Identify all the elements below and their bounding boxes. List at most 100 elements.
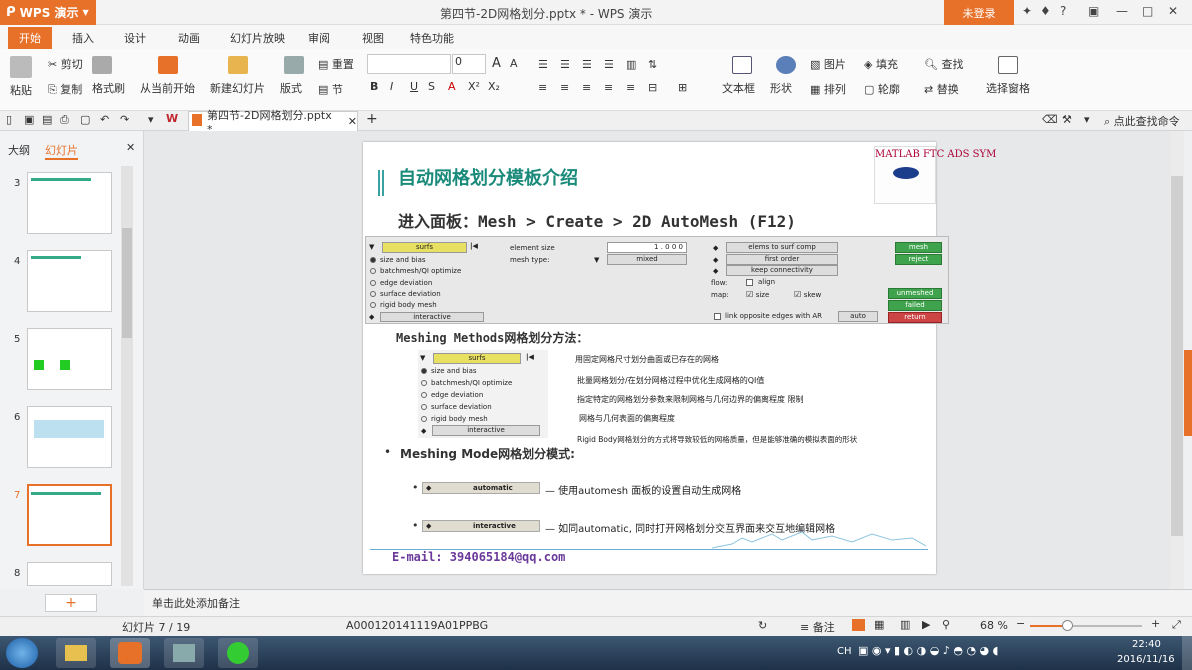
show-desktop-button[interactable] (1182, 636, 1192, 670)
smartart-icon[interactable]: ⊞ (678, 81, 687, 94)
panel-scrollbar-thumb[interactable] (122, 228, 132, 338)
interactive-toggle[interactable]: interactive (380, 312, 484, 322)
canvas-scrollbar-thumb[interactable] (1171, 176, 1183, 536)
broom-icon[interactable]: ⌫ (1042, 113, 1058, 126)
wps-menu-button[interactable]: ᑭ WPS 演示 ▼ (0, 0, 96, 25)
section-button[interactable]: ▤ 节 (318, 81, 343, 97)
slide-thumbnail-8[interactable] (27, 562, 112, 586)
mesh-type-select[interactable]: mixed (607, 254, 687, 265)
new-tab-icon[interactable]: + (366, 111, 378, 127)
distribute-icon[interactable]: ≡ (626, 81, 635, 94)
help-icon[interactable]: ? (1060, 4, 1066, 18)
tab-design[interactable]: 设计 (124, 30, 146, 46)
copy-button[interactable]: ⎘ 复制 (48, 81, 82, 97)
option-rigid-body-mesh[interactable]: rigid body mesh (370, 301, 437, 309)
login-button[interactable]: 未登录 (944, 0, 1014, 25)
unmeshed-button[interactable]: unmeshed (888, 288, 942, 299)
wps-taskbar-button[interactable] (110, 638, 150, 668)
option-batchmesh[interactable]: batchmesh/QI optimize (370, 267, 461, 275)
align-center-icon[interactable]: ≡ (560, 81, 569, 94)
numbering-icon[interactable]: ☰ (560, 58, 570, 71)
notes-pane[interactable] (144, 589, 1192, 616)
close-panel-icon[interactable]: ✕ (126, 141, 135, 154)
slide-thumbnail-3[interactable] (27, 172, 112, 234)
tab-view[interactable]: 视图 (362, 30, 384, 46)
select-pane-button[interactable]: 选择窗格 (986, 56, 1030, 96)
shadow-icon[interactable]: S (428, 80, 435, 93)
toggle-icon[interactable]: ◆ (713, 256, 718, 264)
font-name-combo[interactable] (367, 54, 451, 74)
vertical-align-icon[interactable]: ⊟ (648, 81, 657, 94)
option-size-and-bias[interactable]: size and bias (370, 256, 426, 264)
bullets-icon[interactable]: ☰ (538, 58, 548, 71)
minimize-icon[interactable]: — (1116, 4, 1128, 18)
format-painter-button[interactable]: 格式刷 (92, 56, 125, 96)
notes-placeholder[interactable]: 单击此处添加备注 (152, 595, 240, 611)
dropdown-icon[interactable]: ▼ (594, 256, 599, 264)
indent-icon[interactable]: ☰ (582, 58, 592, 71)
tab-home[interactable]: 开始 (8, 27, 52, 49)
tab-special[interactable]: 特色功能 (410, 30, 454, 46)
align-checkbox[interactable]: align (746, 278, 775, 286)
shape-button[interactable]: 形状 (770, 56, 796, 96)
mesh-button[interactable]: mesh (895, 242, 942, 253)
command-search[interactable]: ⌕ 点此查找命令 (1104, 113, 1180, 129)
preview-icon[interactable]: ▢ (80, 113, 90, 126)
superscript-icon[interactable]: X² (468, 80, 480, 93)
size-checkbox[interactable]: ☑ size (746, 290, 769, 299)
first-order-toggle[interactable]: first order (726, 254, 838, 265)
restore-ribbon-icon[interactable]: ▣ (1088, 4, 1099, 18)
close-tab-icon[interactable]: ✕ (348, 115, 357, 128)
zoom-out-icon[interactable]: − (1016, 617, 1025, 630)
close-icon[interactable]: ✕ (1168, 4, 1178, 18)
link-opposite-checkbox[interactable]: link opposite edges with AR (714, 312, 822, 320)
reverse-icon[interactable]: |◀ (470, 242, 478, 250)
option-surface-deviation[interactable]: surface deviation (370, 290, 441, 298)
tab-review[interactable]: 审阅 (308, 30, 330, 46)
arrange-button[interactable]: ▦ 排列 (810, 81, 846, 97)
subscript-icon[interactable]: X₂ (488, 80, 500, 93)
shirt-icon[interactable]: ♦ (1040, 4, 1051, 18)
notes-toggle[interactable]: ≡ 备注 (800, 619, 835, 635)
skin-icon[interactable]: ✦ (1022, 4, 1032, 18)
zoom-in-icon[interactable]: + (1151, 617, 1160, 630)
print-icon[interactable]: ⎙ (60, 113, 69, 127)
customize-chevron-icon[interactable]: ▾ (148, 113, 154, 126)
zoom-slider-thumb[interactable] (1062, 620, 1073, 631)
tray-icons[interactable]: ▣ ◉ ▾ ▮ ◐ ◑ ◒ ♪ ◓ ◔ ◕ ◖ (858, 644, 998, 657)
start-button[interactable] (6, 638, 38, 668)
tab-slideshow[interactable]: 幻灯片放映 (230, 30, 285, 46)
zoom-level[interactable]: 68 % (980, 619, 1008, 632)
tab-animation[interactable]: 动画 (178, 30, 200, 46)
fit-window-icon[interactable]: ⤢ (1172, 618, 1181, 632)
failed-button[interactable]: failed (888, 300, 942, 311)
replace-button[interactable]: ⇄ 替换 (924, 81, 959, 97)
fill-button[interactable]: ◈ 填充 (864, 56, 898, 72)
justify-icon[interactable]: ≡ (604, 81, 613, 94)
redo-icon[interactable]: ↷ (120, 113, 129, 126)
text-box-button[interactable]: 文本框 (722, 56, 755, 96)
maximize-icon[interactable]: □ (1142, 4, 1153, 18)
new-file-icon[interactable]: ▯ (6, 113, 12, 126)
settings-chevron-icon[interactable]: ▾ (1084, 113, 1090, 126)
font-color-icon[interactable]: A (448, 80, 456, 93)
keep-connectivity-toggle[interactable]: keep connectivity (726, 265, 838, 276)
align-right-icon[interactable]: ≡ (582, 81, 591, 94)
underline-icon[interactable]: U (410, 80, 418, 93)
return-button[interactable]: return (888, 312, 942, 323)
slideshow-icon[interactable]: ▶ (922, 618, 930, 631)
tab-slides[interactable]: 幻灯片 (45, 142, 78, 160)
picture-button[interactable]: ▧ 图片 (810, 56, 846, 72)
side-collapse-tab[interactable] (1184, 350, 1192, 436)
new-slide-button[interactable]: 新建幻灯片 (210, 56, 265, 96)
tab-insert[interactable]: 插入 (72, 30, 94, 46)
from-current-button[interactable]: 从当前开始 (140, 56, 195, 96)
grow-font-icon[interactable]: A (492, 56, 501, 71)
location-icon[interactable]: ⚲ (942, 618, 950, 631)
output-pdf-icon[interactable]: ▤ (42, 113, 52, 126)
explorer-taskbar-button[interactable] (56, 638, 96, 668)
reset-button[interactable]: ▤ 重置 (318, 56, 354, 72)
paste-button[interactable]: 粘贴 (10, 56, 32, 98)
app-taskbar-button[interactable] (164, 638, 204, 668)
auto-button[interactable]: auto (838, 311, 878, 322)
